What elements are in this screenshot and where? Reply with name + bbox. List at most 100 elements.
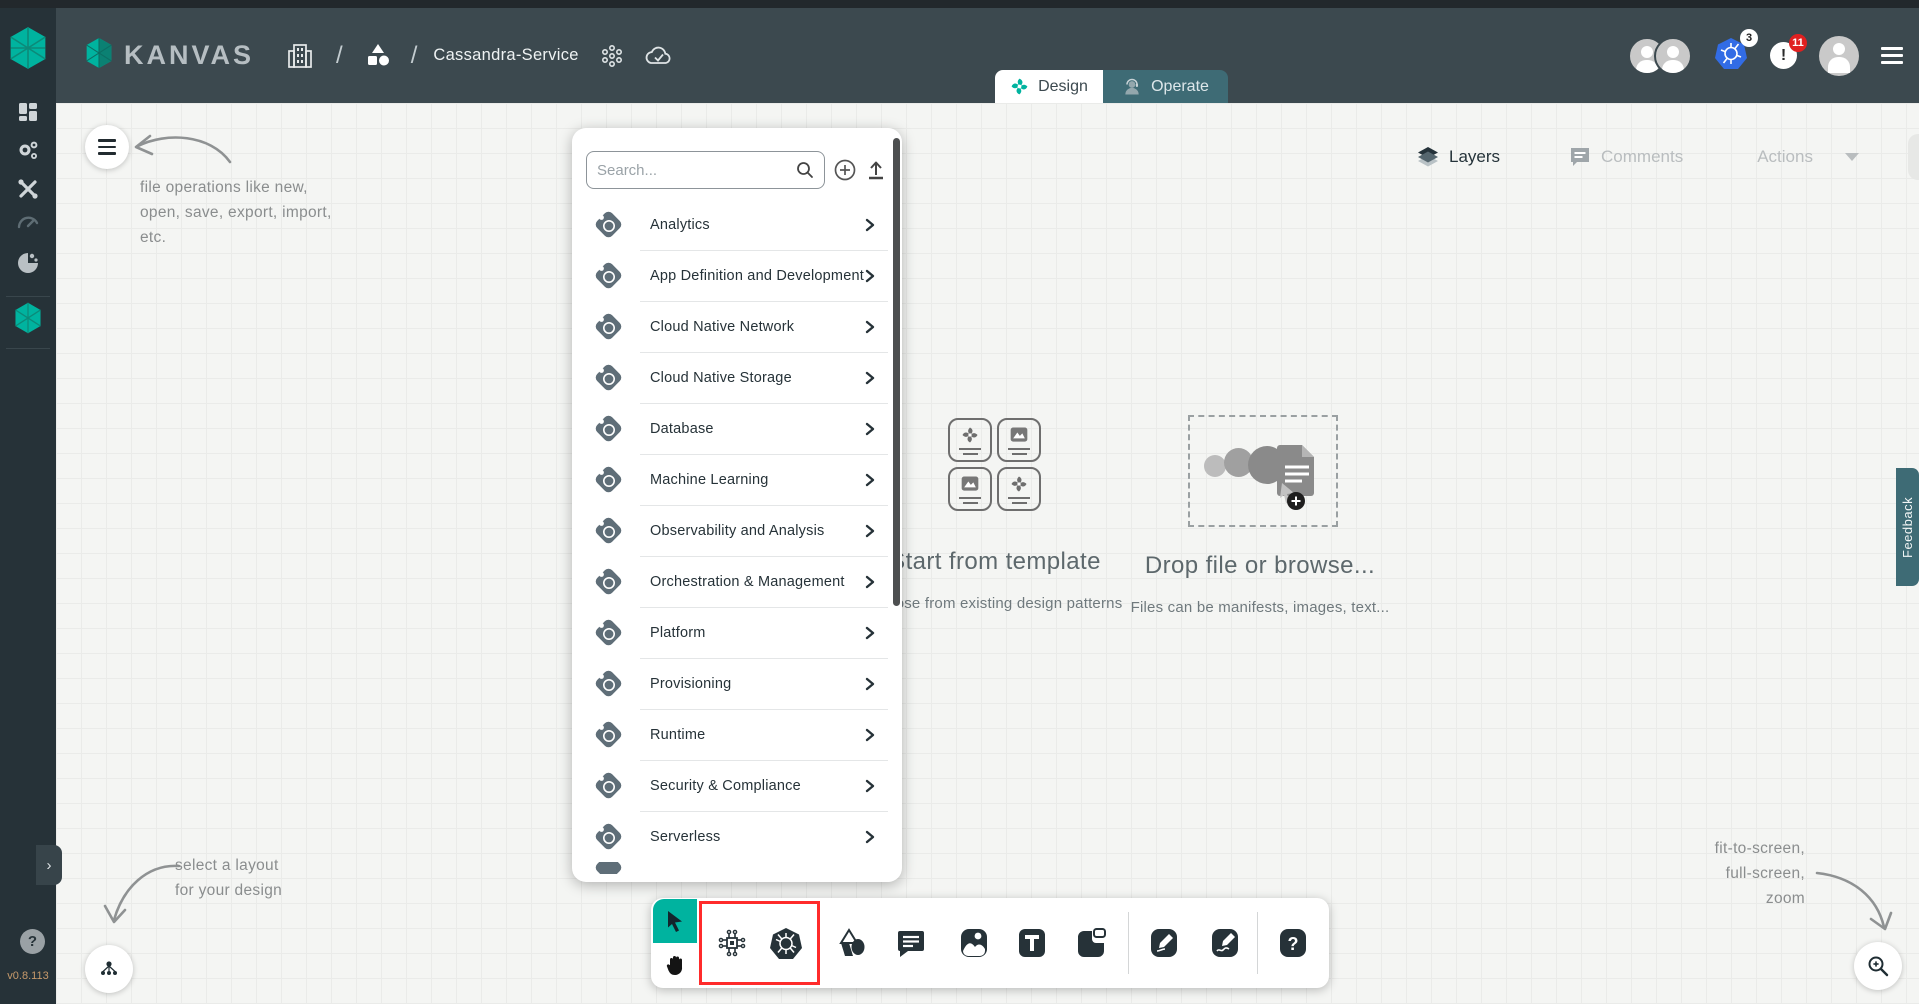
comment-icon: [896, 928, 926, 958]
comments-button[interactable]: Comments: [1568, 145, 1683, 169]
actions-label: Actions: [1757, 147, 1813, 167]
kanvas-logo-icon: [84, 36, 114, 75]
extensions-icon[interactable]: [0, 246, 56, 280]
select-tool[interactable]: [653, 899, 697, 943]
feedback-tab[interactable]: Feedback: [1896, 468, 1919, 586]
kubernetes-context-button[interactable]: 3: [1714, 37, 1748, 75]
zoom-magnifier-icon: [1866, 954, 1890, 978]
template-tile[interactable]: [948, 418, 992, 462]
category-row-serverless[interactable]: Serverless: [572, 811, 902, 862]
sidebar-expand-chevron[interactable]: ›: [36, 845, 62, 885]
doodle-tool[interactable]: [1203, 921, 1247, 965]
cloud-saved-icon[interactable]: [643, 43, 675, 69]
collaborator-avatars[interactable]: [1628, 37, 1692, 75]
file-ops-annotation: file operations like new, open, save, ex…: [140, 175, 332, 250]
template-tile[interactable]: [948, 467, 992, 511]
layout-graph-icon: [97, 957, 121, 981]
lifecycle-gears-icon[interactable]: [0, 134, 56, 168]
workspace-icon[interactable]: [363, 41, 393, 71]
text-tool[interactable]: [1010, 921, 1054, 965]
file-dropzone[interactable]: [1188, 415, 1338, 527]
category-label: Platform: [650, 625, 864, 641]
chevron-right-icon: [864, 677, 876, 691]
template-tile[interactable]: [997, 467, 1041, 511]
category-label: Machine Learning: [650, 472, 864, 488]
user-avatar[interactable]: [1819, 36, 1859, 76]
kanvas-active-icon[interactable]: [0, 301, 56, 335]
chevron-right-icon: [864, 371, 876, 385]
toolbar-divider: [1257, 912, 1258, 974]
pan-tool[interactable]: [653, 943, 697, 987]
pen-icon: [1148, 927, 1180, 959]
header-bar: KANVAS / / Cassandra-Service Design Oper…: [56, 8, 1919, 103]
performance-gauge-icon[interactable]: [0, 206, 56, 240]
app-definition-and-development-tag-icon: [590, 258, 626, 294]
chevron-right-icon: [864, 218, 876, 232]
kubernetes-count-badge: 3: [1740, 29, 1758, 47]
category-label: Cloud Native Network: [650, 319, 864, 335]
dropzone-title[interactable]: Drop file or browse...: [1145, 552, 1375, 580]
upload-icon[interactable]: [865, 159, 887, 181]
layers-button[interactable]: Layers: [1416, 145, 1500, 169]
chevron-right-icon: [864, 575, 876, 589]
actions-dropdown[interactable]: Actions: [1757, 147, 1860, 167]
top-strip: [0, 0, 1919, 8]
dropzone-circle: [1204, 455, 1226, 477]
category-row-database[interactable]: Database: [572, 403, 902, 454]
design-spiral-icon: [1009, 474, 1029, 494]
zoom-annotation: fit-to-screen, full-screen, zoom: [1645, 836, 1805, 911]
category-label: Observability and Analysis: [650, 523, 864, 539]
brand-title: KANVAS: [124, 40, 254, 71]
kubernetes-tool[interactable]: [764, 921, 808, 965]
layer5-logo-icon[interactable]: [8, 26, 48, 75]
analytics-tag-icon: [590, 207, 626, 243]
configuration-tools-icon[interactable]: [0, 172, 56, 206]
add-component-icon[interactable]: [833, 158, 857, 182]
operator-headset-icon: [1122, 77, 1142, 97]
add-cursor-icon: [1280, 483, 1320, 523]
search-input[interactable]: [597, 162, 796, 179]
category-row-partial[interactable]: [572, 862, 902, 874]
template-tile[interactable]: [997, 418, 1041, 462]
pen-tool[interactable]: [1142, 921, 1186, 965]
category-row-observability-and-analysis[interactable]: Observability and Analysis: [572, 505, 902, 556]
category-label: Security & Compliance: [650, 778, 864, 794]
comment-tool[interactable]: [889, 921, 933, 965]
category-row-machine-learning[interactable]: Machine Learning: [572, 454, 902, 505]
panel-scrollbar[interactable]: [893, 138, 900, 606]
tab-operate[interactable]: Operate: [1103, 70, 1228, 103]
category-row-app-definition-and-development[interactable]: App Definition and Development: [572, 250, 902, 301]
design-canvas[interactable]: file operations like new, open, save, ex…: [56, 103, 1919, 1004]
design-relationships-icon[interactable]: [599, 43, 625, 69]
sidebar-divider: [6, 348, 50, 349]
image-tool[interactable]: [952, 921, 996, 965]
help-icon[interactable]: ?: [20, 929, 45, 954]
organization-icon[interactable]: [286, 41, 314, 71]
category-row-provisioning[interactable]: Provisioning: [572, 658, 902, 709]
category-row-cloud-native-network[interactable]: Cloud Native Network: [572, 301, 902, 352]
start-from-template-subtitle: Choose from existing design patterns: [868, 595, 1123, 612]
component-shape-tool[interactable]: [710, 921, 754, 965]
help-tool[interactable]: ?: [1271, 921, 1315, 965]
dashboard-icon[interactable]: [0, 95, 56, 129]
note-tool[interactable]: [1069, 921, 1113, 965]
category-row-security-compliance[interactable]: Security & Compliance: [572, 760, 902, 811]
caret-down-icon: [1844, 152, 1860, 162]
design-name[interactable]: Cassandra-Service: [433, 46, 578, 65]
category-row-runtime[interactable]: Runtime: [572, 709, 902, 760]
category-row-cloud-native-storage[interactable]: Cloud Native Storage: [572, 352, 902, 403]
category-row-platform[interactable]: Platform: [572, 607, 902, 658]
doodle-pencil-icon: [1209, 927, 1241, 959]
header-menu-icon[interactable]: [1881, 47, 1903, 64]
category-row-analytics[interactable]: Analytics: [572, 199, 902, 250]
layout-select-button[interactable]: [85, 945, 133, 993]
zoom-controls-button[interactable]: [1854, 942, 1902, 990]
shapes-tool[interactable]: [830, 921, 874, 965]
notifications-button[interactable]: ! 11: [1770, 42, 1797, 69]
tab-design[interactable]: Design: [995, 70, 1103, 103]
category-row-orchestration-management[interactable]: Orchestration & Management: [572, 556, 902, 607]
file-operations-menu-button[interactable]: [85, 125, 129, 169]
category-tag-icon: [590, 862, 626, 874]
start-from-template-title[interactable]: Start from template: [889, 548, 1101, 576]
share-button[interactable]: Share: [1908, 134, 1919, 180]
